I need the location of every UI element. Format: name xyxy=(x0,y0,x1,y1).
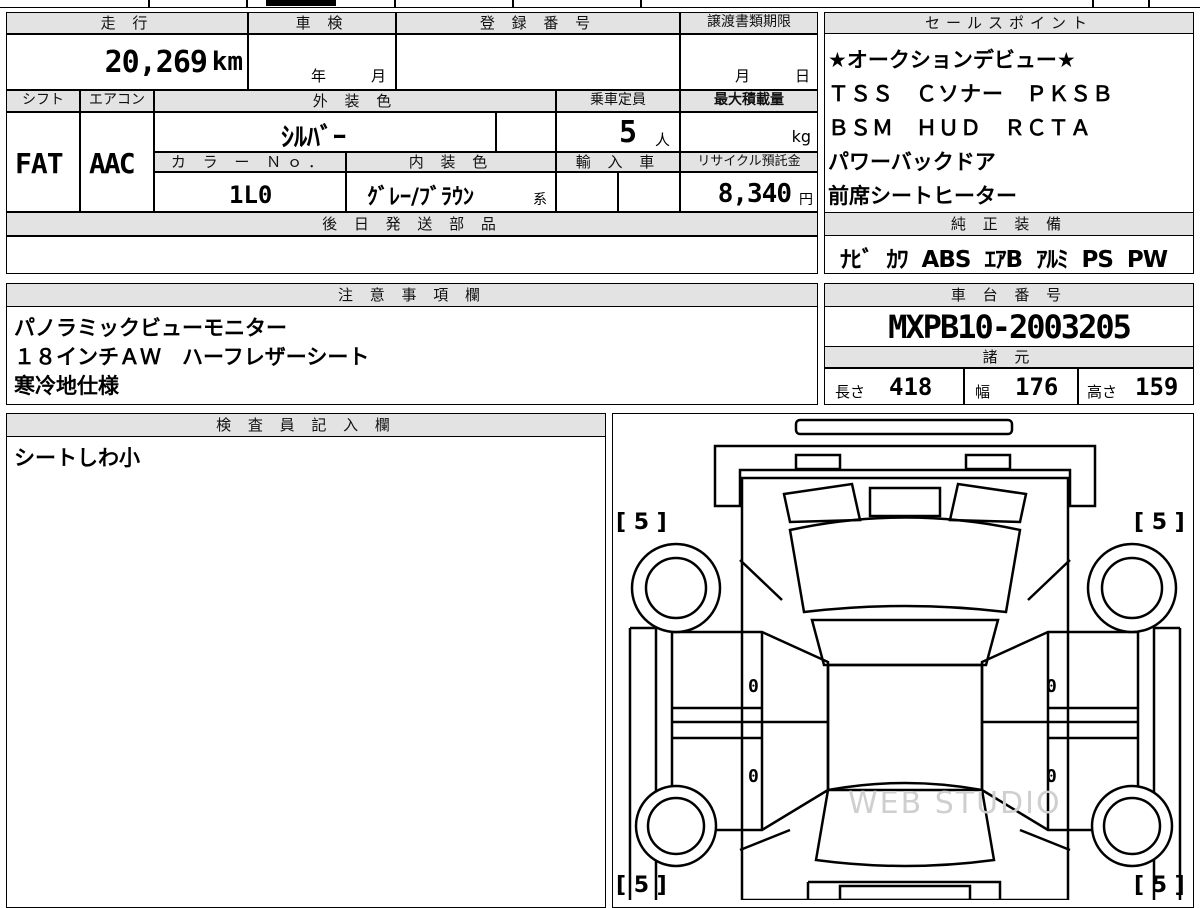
recycle-unit: 円 xyxy=(799,192,813,208)
door-front-left-mark: 0 xyxy=(748,676,759,697)
sales-point-line-4: パワーバックドア xyxy=(828,150,996,174)
transfer-deadline-cell: 月 日 xyxy=(680,34,818,90)
inspector-comment: シートしわ小 xyxy=(14,446,140,470)
registration-cell xyxy=(396,34,680,90)
color-no-value: 1L0 xyxy=(229,181,273,209)
notes-header: 注 意 事 項 欄 xyxy=(6,283,818,307)
max-load-cell: kg xyxy=(680,112,818,152)
tire-rear-right-rating: [ 5 ] xyxy=(1134,873,1185,898)
spec-height-value: 159 xyxy=(1135,373,1179,401)
capacity-value: 5 xyxy=(619,115,638,150)
car-diagram xyxy=(628,418,1182,900)
spec-height-label: 高さ xyxy=(1087,383,1118,401)
exterior-color-extra-cell xyxy=(496,112,556,152)
door-rear-right-mark: 0 xyxy=(1046,766,1057,787)
inspector-header: 検 査 員 記 入 欄 xyxy=(6,413,606,437)
standard-equipment-header: 純 正 装 備 xyxy=(824,212,1194,236)
recycle-header: リサイクル預託金 xyxy=(680,152,818,172)
exterior-color-value: ｼﾙﾊﾞｰ xyxy=(281,123,347,153)
capacity-cell: 5 人 xyxy=(556,112,680,152)
interior-color-suffix: 系 xyxy=(533,192,547,208)
import-cell-b xyxy=(618,172,680,212)
door-rear-left-mark: 0 xyxy=(748,766,759,787)
interior-color-cell: ｸﾞﾚｰ/ﾌﾞﾗｳﾝ 系 xyxy=(346,172,556,212)
sales-point-line-3: ＢＳＭ ＨＵＤ ＲＣＴＡ xyxy=(828,116,1092,140)
spec-length-value: 418 xyxy=(889,373,933,401)
sales-point-line-5: 前席シートヒーター xyxy=(828,184,1017,208)
interior-color-value: ｸﾞﾚｰ/ﾌﾞﾗｳﾝ xyxy=(367,185,475,210)
sales-points-header: セールスポイント xyxy=(824,12,1194,34)
exterior-color-cell: ｼﾙﾊﾞｰ xyxy=(154,112,496,153)
transfer-month-label: 月 xyxy=(735,67,751,85)
capacity-header: 乗車定員 xyxy=(556,90,680,112)
note-line-3: 寒冷地仕様 xyxy=(14,374,119,398)
shaken-year-label: 年 xyxy=(311,67,327,85)
interior-color-header: 内 装 色 xyxy=(346,152,556,172)
chassis-header: 車 台 番 号 xyxy=(824,283,1194,307)
capacity-unit: 人 xyxy=(655,131,671,149)
tire-rear-left-rating: [ 5 ] xyxy=(616,873,667,898)
tire-front-left-rating: [ 5 ] xyxy=(616,510,667,535)
specs-header: 諸 元 xyxy=(824,346,1194,368)
import-cell-a xyxy=(556,172,618,212)
sales-point-line-1: ★オークションデビュー★ xyxy=(828,48,1076,72)
note-line-2: １８インチＡＷ ハーフレザーシート xyxy=(14,345,370,369)
mileage-unit: km xyxy=(211,47,243,77)
watermark: WEB STUDIO xyxy=(848,786,1062,821)
later-parts-header: 後 日 発 送 部 品 xyxy=(6,212,818,236)
standard-equipment-value: ﾅﾋﾞ ｶﾜ ABS ｴｱB ｱﾙﾐ PS PW xyxy=(840,247,1168,273)
shaken-header: 車 検 xyxy=(248,12,396,34)
aircon-cell: AAC xyxy=(80,112,154,212)
aircon-header: エアコン xyxy=(80,90,154,112)
spec-width-label: 幅 xyxy=(975,383,991,401)
shaken-cell: 年 月 xyxy=(248,34,396,90)
door-front-right-mark: 0 xyxy=(1046,676,1057,697)
import-header: 輸 入 車 xyxy=(556,152,680,172)
inspector-box xyxy=(6,413,606,908)
shift-header: シフト xyxy=(6,90,80,112)
mileage-header: 走 行 xyxy=(6,12,248,34)
top-cutoff-strip xyxy=(0,0,1200,8)
mileage-cell: 20,269 km xyxy=(6,34,248,90)
spec-width-cell: 幅 176 xyxy=(964,368,1078,405)
mileage-value: 20,269 xyxy=(104,45,208,80)
spec-width-value: 176 xyxy=(1015,373,1059,401)
exterior-color-header: 外 装 色 xyxy=(154,90,556,112)
recycle-cell: 8,340 円 xyxy=(680,172,818,212)
max-load-header: 最大積載量 xyxy=(680,90,818,112)
shift-cell: FAT xyxy=(6,112,80,212)
spec-length-label: 長さ xyxy=(835,383,866,401)
aircon-value: AAC xyxy=(89,147,136,180)
note-line-1: パノラミックビューモニター xyxy=(14,316,287,340)
color-no-cell: 1L0 xyxy=(154,172,346,212)
max-load-unit: kg xyxy=(791,127,811,146)
color-no-header: カ ラ ー Ｎｏ． xyxy=(154,152,346,172)
sales-point-line-2: ＴＳＳ Ｃソナー ＰＫＳＢ xyxy=(828,82,1114,106)
later-parts-cell xyxy=(6,236,818,274)
recycle-value: 8,340 xyxy=(717,179,792,209)
shift-value: FAT xyxy=(15,147,64,180)
spec-height-cell: 高さ 159 xyxy=(1078,368,1194,405)
shaken-month-label: 月 xyxy=(371,67,387,85)
chassis-value: MXPB10-2003205 xyxy=(888,308,1132,346)
registration-header: 登 録 番 号 xyxy=(396,12,680,34)
spec-length-cell: 長さ 418 xyxy=(824,368,964,405)
transfer-deadline-header: 譲渡書類期限 xyxy=(680,12,818,34)
tire-front-right-rating: [ 5 ] xyxy=(1134,510,1185,535)
transfer-day-label: 日 xyxy=(795,67,811,85)
